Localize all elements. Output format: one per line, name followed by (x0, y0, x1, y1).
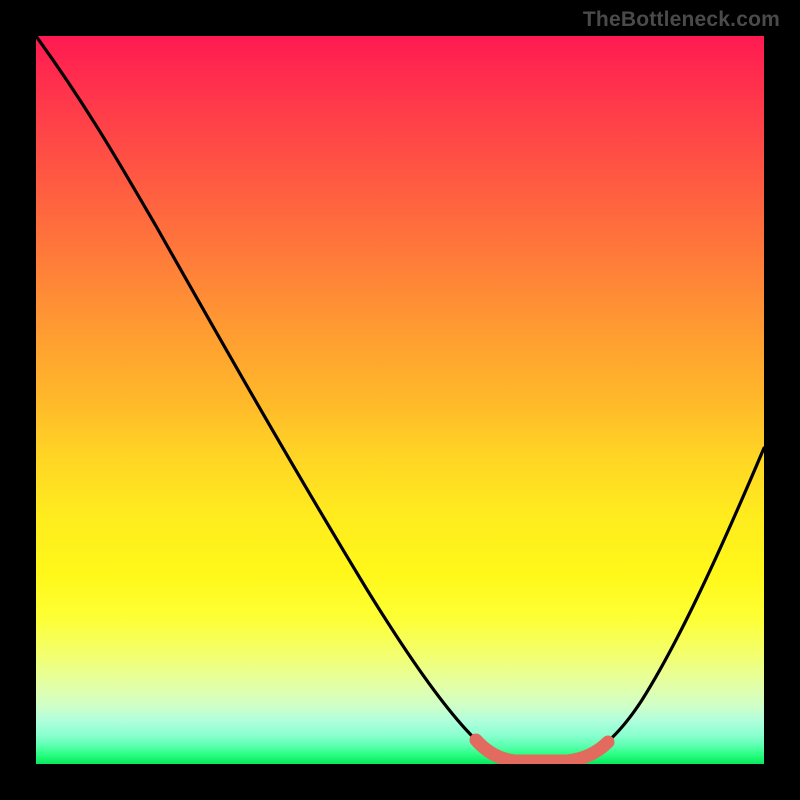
trough-highlight (476, 740, 608, 761)
plot-area (36, 36, 764, 764)
bottleneck-curve (36, 36, 764, 762)
chart-svg (36, 36, 764, 764)
chart-frame: TheBottleneck.com (0, 0, 800, 800)
watermark-text: TheBottleneck.com (583, 8, 780, 32)
